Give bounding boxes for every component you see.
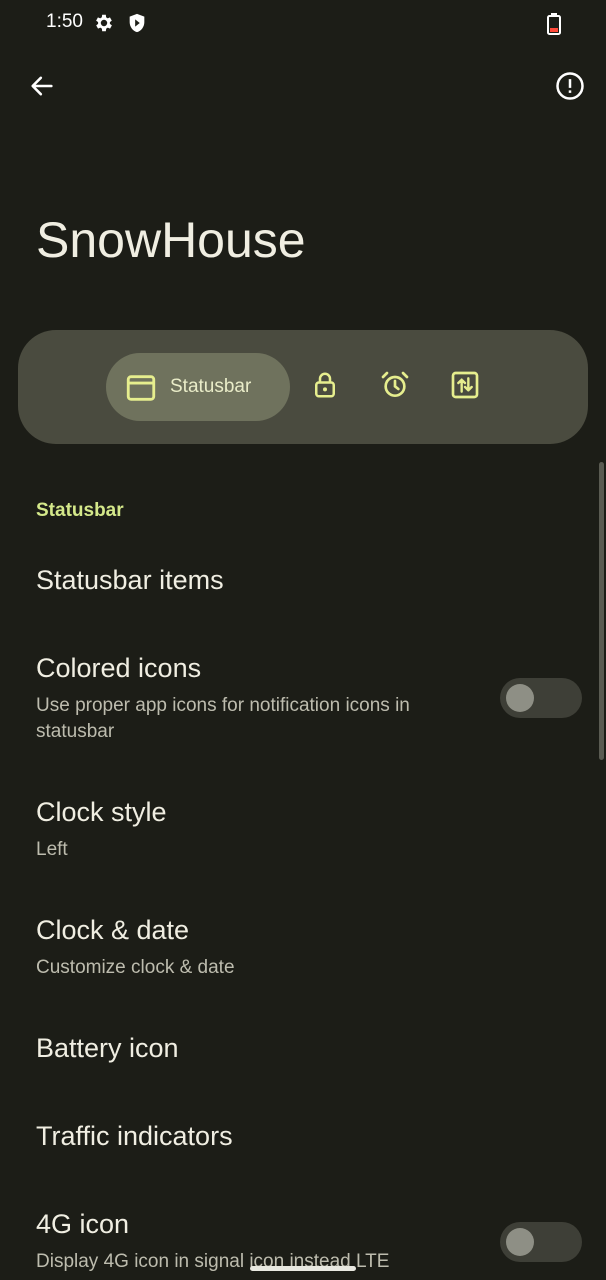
gesture-nav-handle[interactable] (250, 1266, 356, 1271)
battery-icon (546, 13, 562, 40)
scrollbar[interactable] (599, 462, 604, 760)
pref-summary: Left (36, 839, 68, 860)
window-icon (124, 371, 158, 410)
arrow-back-icon (28, 72, 56, 105)
pref-title: Battery icon (36, 1033, 179, 1063)
pref-title: Colored icons (36, 653, 202, 683)
pref-title: Statusbar items (36, 565, 224, 595)
tab-statusbar[interactable]: Statusbar (106, 353, 290, 421)
tab-alarm[interactable] (376, 368, 414, 406)
lock-icon (310, 370, 340, 405)
pref-summary: Customize clock & date (36, 957, 235, 978)
tab-lockscreen[interactable] (306, 368, 344, 406)
swap-vertical-icon (449, 369, 481, 406)
pref-title: Clock style (36, 797, 167, 827)
pref-summary: Use proper app icons for notification ic… (36, 695, 410, 742)
shield-icon (126, 12, 148, 39)
status-bar: 1:50 (0, 0, 606, 46)
alarm-icon (379, 369, 411, 406)
page-title: SnowHouse (36, 212, 306, 268)
pref-summary: Display 4G icon in signal icon instead L… (36, 1251, 390, 1272)
section-header: Statusbar (36, 500, 124, 521)
toggle-switch-4g-icon[interactable] (500, 1222, 582, 1262)
alert-circle-icon (555, 71, 585, 106)
category-tab-bar: Statusbar (18, 330, 588, 444)
pref-title: 4G icon (36, 1209, 130, 1239)
info-button[interactable] (550, 68, 590, 108)
tab-data-traffic[interactable] (446, 368, 484, 406)
toggle-knob (506, 1228, 534, 1256)
gear-icon (93, 12, 115, 39)
status-time: 1:50 (46, 11, 83, 32)
back-button[interactable] (22, 68, 62, 108)
top-app-bar (0, 60, 606, 116)
toggle-switch-colored-icons[interactable] (500, 678, 582, 718)
toggle-knob (506, 684, 534, 712)
tab-statusbar-label: Statusbar (170, 376, 252, 397)
pref-title: Traffic indicators (36, 1121, 233, 1151)
pref-title: Clock & date (36, 915, 190, 945)
